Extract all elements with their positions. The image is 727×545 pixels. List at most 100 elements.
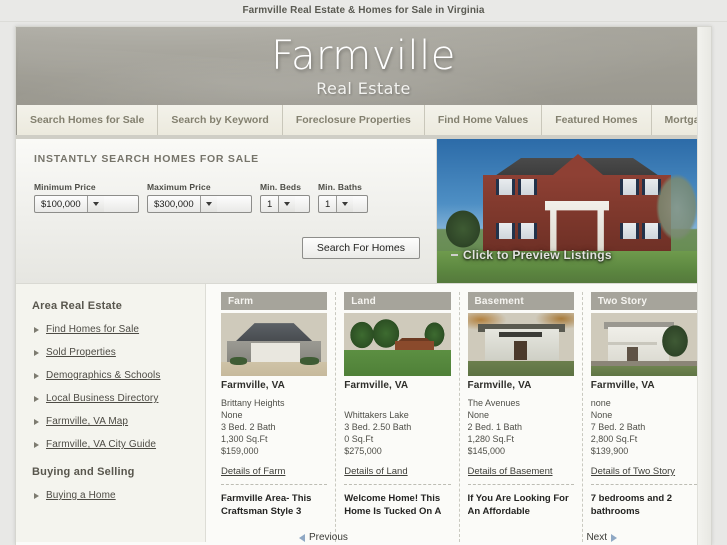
arrow-right-icon [611, 533, 617, 542]
sidebar-item-farmville-va-map[interactable]: Farmville, VA Map [32, 416, 205, 427]
listing-divider [590, 484, 697, 485]
preview-listings-caption[interactable]: Click to Preview Listings [451, 248, 612, 262]
listing-sqft: 1,280 Sq.Ft [467, 434, 515, 444]
listing-sqft: 0 Sq.Ft [344, 434, 374, 444]
listing-description: Farmville Area- This Craftsman Style 3 [221, 493, 312, 517]
sidebar-item-find-homes-for-sale[interactable]: Find Homes for Sale [32, 324, 205, 335]
arrow-right-icon [34, 418, 39, 425]
site-logo[interactable]: Farmville Real Estate [16, 27, 711, 99]
preview-listings-label: Click to Preview Listings [463, 248, 612, 262]
main-navigation: Search Homes for Sale Search by Keyword … [16, 105, 711, 135]
listing-photo[interactable] [590, 313, 697, 376]
previous-label: Previous [309, 532, 348, 543]
listing-card[interactable]: Land Farmville, VA Whittakers Lake 3 Bed… [336, 292, 460, 542]
brand-subtitle: Real Estate [316, 79, 411, 98]
chevron-down-icon [278, 196, 296, 212]
next-label: Next [586, 532, 607, 543]
listing-city: Farmville, VA [221, 380, 285, 391]
arrow-right-icon [34, 441, 39, 448]
sidebar-item-demographics-and-schools[interactable]: Demographics & Schools [32, 370, 205, 381]
nav-item-find-home-values[interactable]: Find Home Values [424, 105, 543, 135]
min-price-label: Minimum Price [34, 182, 96, 192]
arrow-left-icon [299, 533, 305, 542]
listing-price: $139,900 [590, 446, 629, 456]
quick-search-fields: Minimum Price $100,000 Maximum Price $30… [34, 182, 420, 213]
arrow-right-icon [34, 395, 39, 402]
listing-meta: Whittakers Lake 3 Bed. 2.50 Bath 0 Sq.Ft… [344, 397, 450, 457]
listing-description: Welcome Home! This Home Is Tucked On A [344, 493, 442, 517]
hero-preview-image[interactable]: Click to Preview Listings [436, 139, 711, 283]
listing-extra [344, 397, 450, 409]
listing-card[interactable]: Two Story Farmville, VA none None 7 Bed.… [583, 292, 705, 542]
photo-tree [656, 319, 693, 364]
hero-window [623, 179, 636, 195]
listing-photo[interactable] [467, 313, 574, 376]
sidebar-section-title-buying-and-selling: Buying and Selling [32, 466, 135, 478]
quick-search-heading: INSTANTLY SEARCH HOMES FOR SALE [34, 153, 259, 165]
sidebar-item-label: Farmville, VA Map [46, 416, 129, 427]
listing-details-link[interactable]: Details of Basement [468, 466, 574, 477]
photo-shrub [229, 357, 247, 365]
arrow-right-icon [34, 349, 39, 356]
sidebar-item-buying-a-home[interactable]: Buying a Home [32, 490, 205, 501]
search-button-row: Search For Homes [16, 237, 420, 259]
min-price-field: Minimum Price $100,000 [34, 182, 139, 213]
max-price-field: Maximum Price $300,000 [147, 182, 252, 213]
listing-card[interactable]: Farm Farmville, VA Brittany Heights None… [213, 292, 337, 542]
page-title-bar: Farmville Real Estate & Homes for Sale i… [0, 0, 727, 22]
caption-dash-icon [451, 254, 458, 256]
listing-details-link[interactable]: Details of Land [344, 466, 450, 477]
sidebar-item-farmville-va-city-guide[interactable]: Farmville, VA City Guide [32, 439, 205, 450]
min-baths-select[interactable]: 1 [318, 195, 368, 213]
sidebar-section-title-area-real-estate: Area Real Estate [32, 300, 123, 312]
photo-door [626, 347, 638, 361]
listing-beds-baths: 2 Bed. 1 Bath [467, 422, 523, 432]
listing-details-link[interactable]: Details of Two Story [591, 466, 697, 477]
listing-category-header: Two Story [590, 292, 697, 310]
arrow-right-icon [34, 372, 39, 379]
sidebar-item-sold-properties[interactable]: Sold Properties [32, 347, 205, 358]
page-title: Farmville Real Estate & Homes for Sale i… [242, 5, 485, 16]
hero-window [521, 223, 534, 239]
arrow-right-icon [34, 492, 39, 499]
photo-roof [235, 323, 314, 342]
nav-item-foreclosure-properties[interactable]: Foreclosure Properties [282, 105, 425, 135]
quick-search-panel: INSTANTLY SEARCH HOMES FOR SALE Minimum … [16, 139, 436, 283]
min-beds-field: Min. Beds 1 [260, 182, 310, 213]
listing-description: If You Are Looking For An Affordable [467, 493, 569, 517]
hero-window [499, 223, 512, 239]
listing-extra: None [221, 410, 243, 420]
hero-window [521, 179, 534, 195]
listing-beds-baths: 7 Bed. 2 Bath [590, 422, 646, 432]
search-for-homes-button[interactable]: Search For Homes [301, 237, 420, 259]
max-price-value: $300,000 [154, 198, 194, 210]
listing-price: $159,000 [221, 446, 259, 456]
listing-meta: Brittany Heights None 3 Bed. 2 Bath 1,30… [221, 397, 327, 457]
next-page-button[interactable]: Next [586, 532, 617, 543]
listing-category-header: Land [344, 292, 451, 310]
listing-photo[interactable] [344, 313, 451, 376]
site-masthead: Farmville Real Estate [16, 27, 711, 105]
nav-item-featured-homes[interactable]: Featured Homes [542, 105, 652, 135]
featured-listings: Farm Farmville, VA Brittany Heights None… [206, 284, 711, 542]
listing-photo[interactable] [221, 313, 328, 376]
listing-divider [467, 484, 574, 485]
listing-city: Farmville, VA [467, 380, 532, 391]
listing-meta: none None 7 Bed. 2 Bath 2,800 Sq.Ft $139… [591, 397, 697, 457]
previous-page-button[interactable]: Previous [299, 532, 348, 543]
nav-item-search-homes-for-sale[interactable]: Search Homes for Sale [17, 105, 159, 135]
listing-extra: None [467, 410, 490, 420]
min-price-select[interactable]: $100,000 [34, 195, 139, 213]
listing-meta: The Avenues None 2 Bed. 1 Bath 1,280 Sq.… [468, 397, 574, 457]
min-beds-select[interactable]: 1 [260, 195, 310, 213]
sidebar-item-local-business-directory[interactable]: Local Business Directory [32, 393, 205, 404]
listing-city: Farmville, VA [590, 380, 655, 391]
listing-sqft: 2,800 Sq.Ft [590, 434, 638, 444]
max-price-select[interactable]: $300,000 [147, 195, 252, 213]
chevron-down-icon [86, 196, 104, 212]
listing-divider [344, 484, 451, 485]
nav-item-search-by-keyword[interactable]: Search by Keyword [158, 105, 283, 135]
listing-card[interactable]: Basement Farmville, VA The Avenues None … [460, 292, 583, 542]
listing-details-link[interactable]: Details of Farm [221, 466, 327, 477]
min-beds-label: Min. Beds [260, 182, 302, 192]
